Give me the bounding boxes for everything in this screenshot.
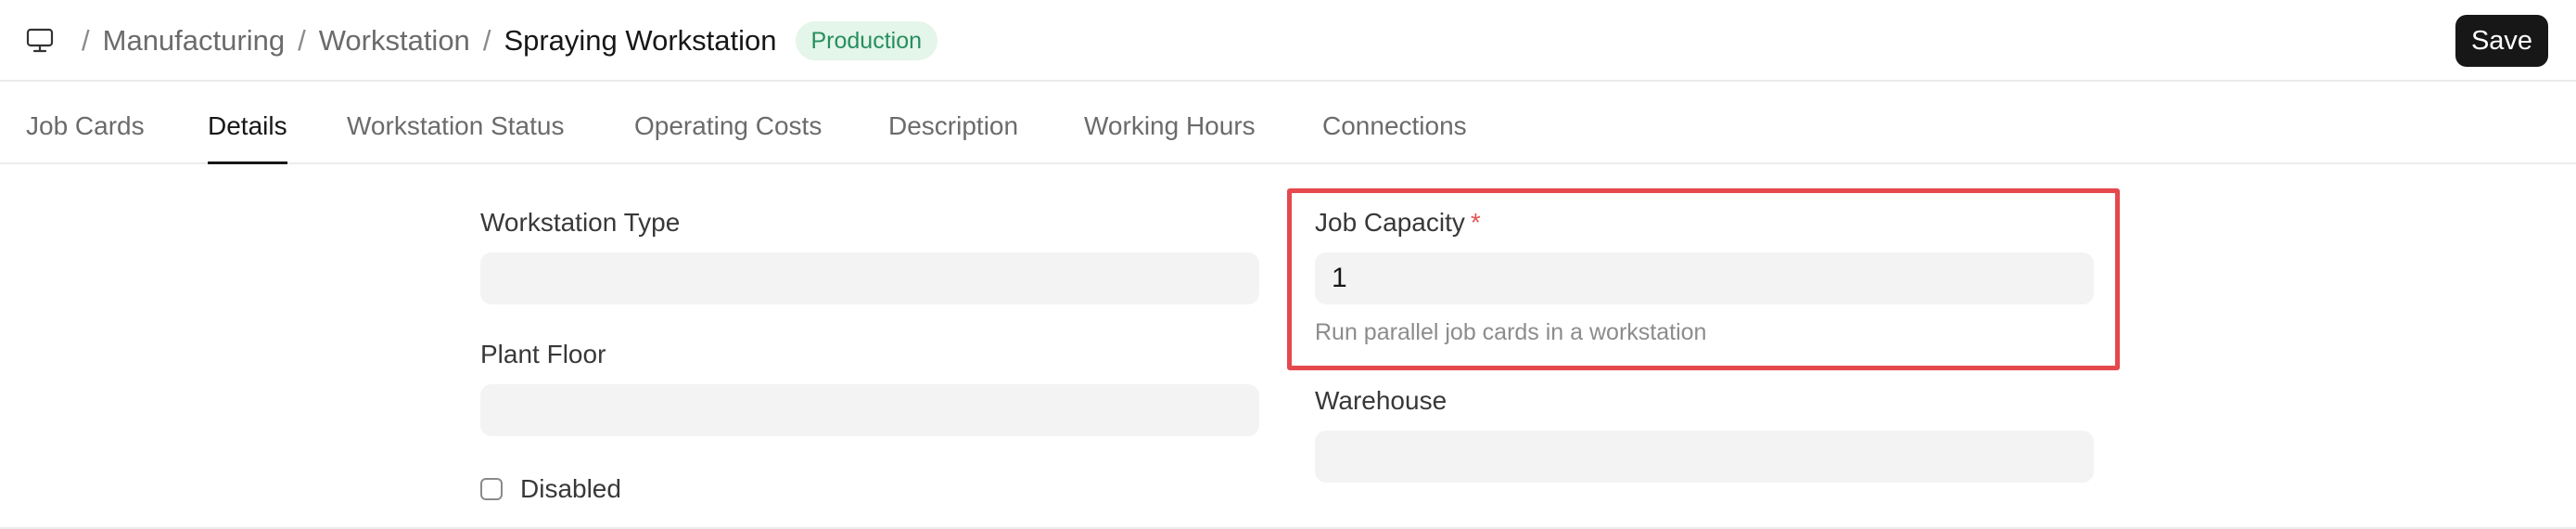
disabled-label: Disabled [520, 474, 621, 503]
status-badge: Production [795, 21, 938, 60]
highlight-box [1287, 188, 2120, 370]
tab-operating-costs[interactable]: Operating Costs [634, 82, 822, 162]
tab-bar: Job Cards Details Workstation Status Ope… [0, 82, 2576, 164]
warehouse-label: Warehouse [1315, 386, 1447, 415]
plant-floor-field[interactable] [480, 384, 1259, 436]
warehouse-field[interactable] [1315, 431, 2094, 483]
tab-job-cards[interactable]: Job Cards [26, 82, 145, 162]
tab-working-hours[interactable]: Working Hours [1084, 82, 1256, 162]
breadcrumb-separator: / [482, 24, 491, 57]
breadcrumb-workstation[interactable]: Workstation [319, 24, 470, 58]
breadcrumb-separator: / [82, 24, 90, 57]
tab-connections[interactable]: Connections [1322, 82, 1467, 162]
plant-floor-label: Plant Floor [480, 340, 606, 368]
breadcrumb: / Manufacturing / Workstation / Spraying… [26, 17, 938, 65]
monitor-icon[interactable] [26, 26, 56, 56]
breadcrumb-manufacturing[interactable]: Manufacturing [103, 24, 285, 58]
workstation-type-label: Workstation Type [480, 208, 681, 237]
save-button[interactable]: Save [2455, 15, 2548, 67]
page-header: / Manufacturing / Workstation / Spraying… [0, 0, 2576, 82]
tab-description[interactable]: Description [888, 82, 1018, 162]
page-title: Spraying Workstation [504, 24, 777, 57]
tab-details[interactable]: Details [208, 82, 287, 164]
disabled-checkbox[interactable] [480, 478, 503, 500]
workstation-type-field[interactable] [480, 252, 1259, 304]
breadcrumb-separator: / [298, 24, 306, 57]
tab-workstation-status[interactable]: Workstation Status [347, 82, 564, 162]
